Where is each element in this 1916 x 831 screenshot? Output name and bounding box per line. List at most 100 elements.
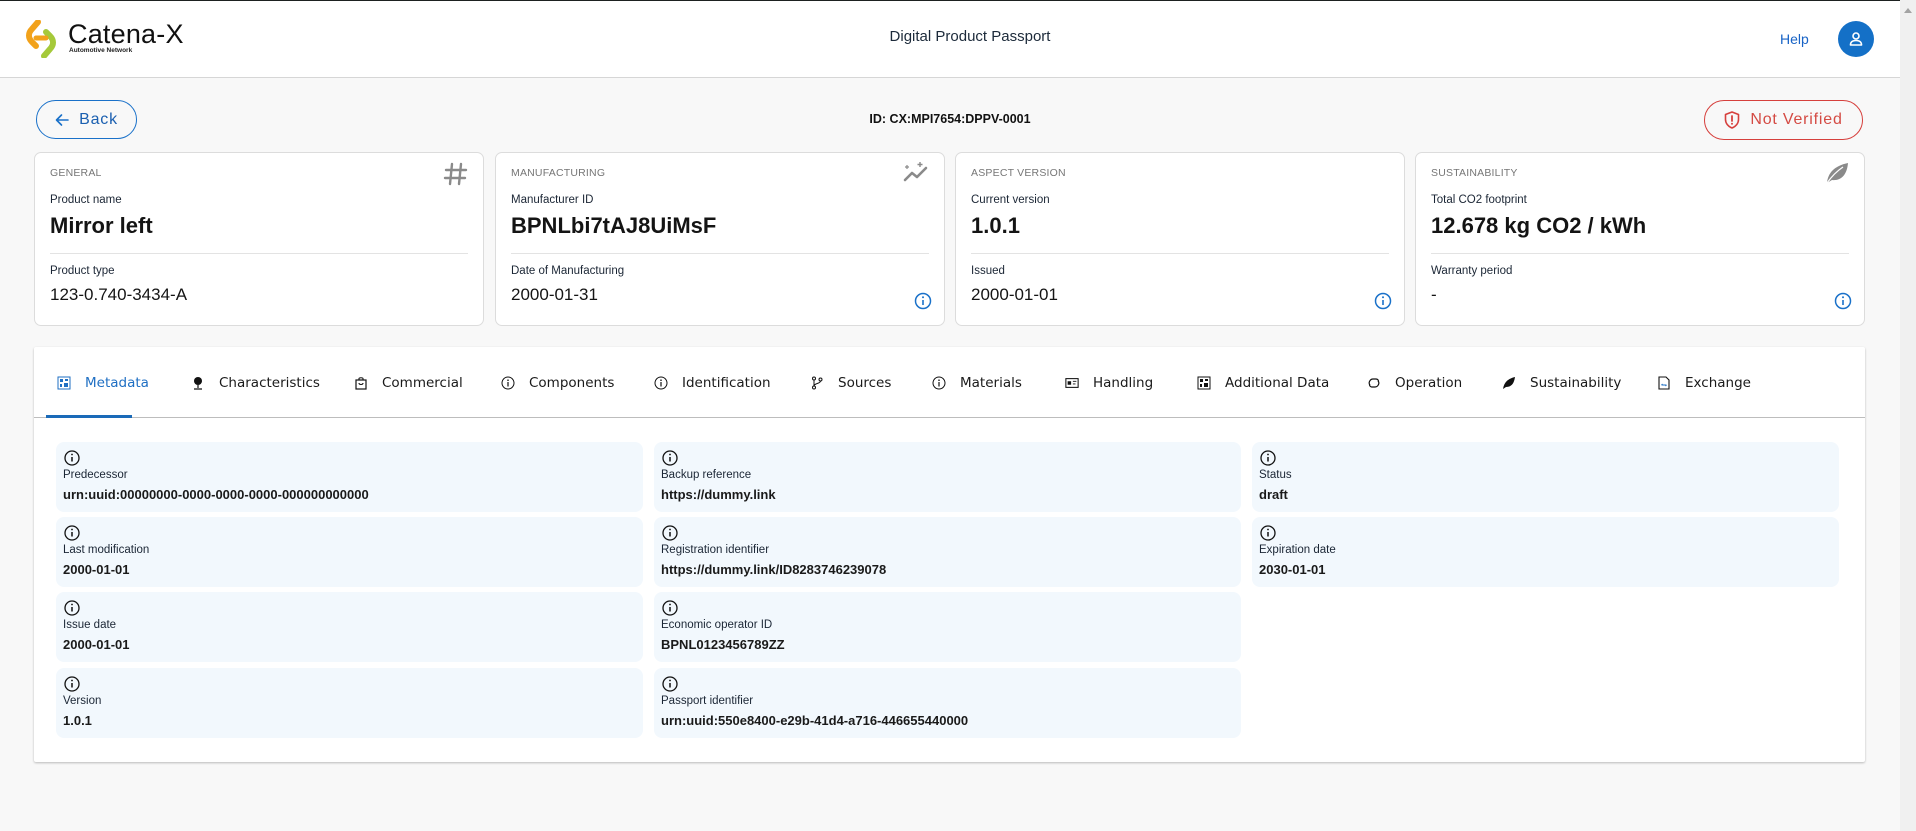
tab-label: Operation: [1395, 374, 1463, 391]
card-category: ASPECT VERSION: [971, 167, 1066, 179]
field-value: urn:uuid:550e8400-e29b-41d4-a716-4466554…: [661, 713, 969, 728]
field-value: https://dummy.link: [661, 487, 776, 502]
tab-label: Identification: [682, 374, 771, 391]
user-avatar-button[interactable]: [1838, 21, 1874, 57]
field-value: BPNL0123456789ZZ: [661, 637, 785, 652]
user-icon: [1849, 32, 1863, 46]
field-label: Version: [63, 695, 102, 707]
shopping-bag-icon: [354, 376, 368, 390]
tab-label: Exchange: [1685, 374, 1751, 391]
card-category: MANUFACTURING: [511, 167, 606, 179]
field-label: Last modification: [63, 544, 150, 556]
card-value-primary: 12.678 kg CO2 / kWh: [1431, 213, 1647, 238]
metadata-field-economic-operator-id: Economic operator ID BPNL0123456789ZZ: [654, 592, 1241, 662]
card-value-secondary: -: [1431, 285, 1437, 304]
field-value: draft: [1259, 487, 1288, 502]
card-category: SUSTAINABILITY: [1431, 167, 1518, 179]
field-value: https://dummy.link/ID8283746239078: [661, 562, 887, 577]
passport-id: ID: CX:MPI7654:DPPV-0001: [869, 112, 1031, 126]
tab-characteristics[interactable]: Characteristics: [191, 347, 320, 418]
tab-commercial[interactable]: Commercial: [354, 347, 463, 418]
tab-metadata[interactable]: Metadata: [57, 347, 149, 418]
tab-label: Commercial: [382, 374, 463, 391]
branch-icon: [810, 376, 824, 390]
verification-status-badge[interactable]: Not Verified: [1704, 100, 1863, 140]
field-value: 2030-01-01: [1259, 562, 1326, 577]
tab-components[interactable]: Components: [501, 347, 614, 418]
card-label-secondary: Product type: [50, 265, 115, 277]
field-label: Expiration date: [1259, 544, 1336, 556]
card-divider: [50, 253, 468, 254]
info-icon[interactable]: [914, 292, 932, 315]
tab-operation[interactable]: Operation: [1367, 347, 1462, 418]
metadata-field-backup-reference: Backup reference https://dummy.link: [654, 442, 1241, 512]
metadata-field-last-modification: Last modification 2000-01-01: [56, 517, 643, 587]
active-tab-indicator: [46, 415, 132, 418]
qr-code-icon: [1197, 376, 1211, 390]
field-label: Predecessor: [63, 469, 128, 481]
card-sustainability: SUSTAINABILITY Total CO2 footprint 12.67…: [1415, 152, 1865, 326]
app-header: Catena-X Automotive Network Digital Prod…: [0, 1, 1900, 78]
metadata-field-registration-identifier: Registration identifier https://dummy.lin…: [654, 517, 1241, 587]
metadata-field-passport-identifier: Passport identifier urn:uuid:550e8400-e29…: [654, 668, 1241, 738]
verification-status-label: Not Verified: [1750, 111, 1843, 128]
field-label: Issue date: [63, 619, 117, 631]
tab-materials[interactable]: Materials: [932, 347, 1022, 418]
card-value-secondary: 2000-01-31: [511, 285, 598, 304]
file-exchange-icon: [1657, 375, 1671, 390]
tab-exchange[interactable]: Exchange: [1657, 347, 1751, 418]
help-link[interactable]: Help: [1780, 31, 1809, 47]
field-label: Backup reference: [661, 469, 752, 481]
info-icon: [932, 376, 946, 390]
metadata-field-issue-date: Issue date 2000-01-01: [56, 592, 643, 662]
card-value-primary: Mirror left: [50, 213, 153, 238]
info-icon[interactable]: [1374, 292, 1392, 315]
tab-label: Characteristics: [219, 374, 320, 391]
qr-code-icon: [57, 376, 71, 390]
field-value: urn:uuid:00000000-0000-0000-0000-0000000…: [63, 487, 369, 502]
card-value-primary: BPNLbi7tAJ8UiMsF: [511, 213, 717, 238]
card-label-primary: Product name: [50, 194, 122, 206]
metadata-field-predecessor: Predecessor urn:uuid:00000000-0000-0000-0…: [56, 442, 643, 512]
tab-sources[interactable]: Sources: [810, 347, 891, 418]
sparkle-chart-icon: [902, 161, 930, 190]
scroll-up-arrow-icon[interactable]: [1904, 8, 1912, 13]
card-label-secondary: Issued: [971, 265, 1005, 277]
card-label-primary: Total CO2 footprint: [1431, 194, 1527, 206]
app-title: Digital Product Passport: [889, 28, 1051, 45]
info-icon: [501, 376, 515, 390]
card-label-secondary: Date of Manufacturing: [511, 265, 625, 277]
field-value: 2000-01-01: [63, 562, 130, 577]
leaf-icon: [1502, 376, 1516, 390]
info-icon[interactable]: [1834, 292, 1852, 315]
tab-label: Additional Data: [1225, 374, 1330, 391]
card-label-secondary: Warranty period: [1431, 265, 1513, 277]
tab-label: Sustainability: [1530, 374, 1622, 391]
card-label-primary: Current version: [971, 194, 1050, 206]
card-aspect-version: ASPECT VERSION Current version 1.0.1 Iss…: [955, 152, 1405, 326]
card-category: GENERAL: [50, 167, 102, 179]
card-value-secondary: 123-0.740-3434-A: [50, 285, 188, 304]
tab-identification[interactable]: Identification: [654, 347, 771, 418]
leaf-icon: [1824, 161, 1850, 190]
tab-label: Components: [529, 374, 615, 391]
field-value: 1.0.1: [63, 713, 92, 728]
metadata-field-expiration-date: Expiration date 2030-01-01: [1252, 517, 1839, 587]
shield-alert-icon: [1725, 111, 1740, 129]
link-icon: [1367, 376, 1381, 390]
vertical-scrollbar[interactable]: [1900, 0, 1916, 831]
field-label: Economic operator ID: [661, 619, 773, 631]
tab-handling[interactable]: Handling: [1065, 347, 1153, 418]
card-divider: [511, 253, 929, 254]
card-manufacturing: MANUFACTURING Manufacturer ID BPNLbi7tAJ…: [495, 152, 945, 326]
tab-bar: Metadata Characteristics Commercial Comp…: [34, 347, 1865, 418]
tab-sustainability[interactable]: Sustainability: [1502, 347, 1621, 418]
id-card-icon: [1065, 376, 1079, 390]
card-value-primary: 1.0.1: [971, 213, 1020, 238]
field-value: 2000-01-01: [63, 637, 130, 652]
tab-additional-data[interactable]: Additional Data: [1197, 347, 1329, 418]
card-divider: [1431, 253, 1849, 254]
hash-icon: [443, 161, 469, 192]
tab-label: Metadata: [85, 374, 149, 391]
card-divider: [971, 253, 1389, 254]
